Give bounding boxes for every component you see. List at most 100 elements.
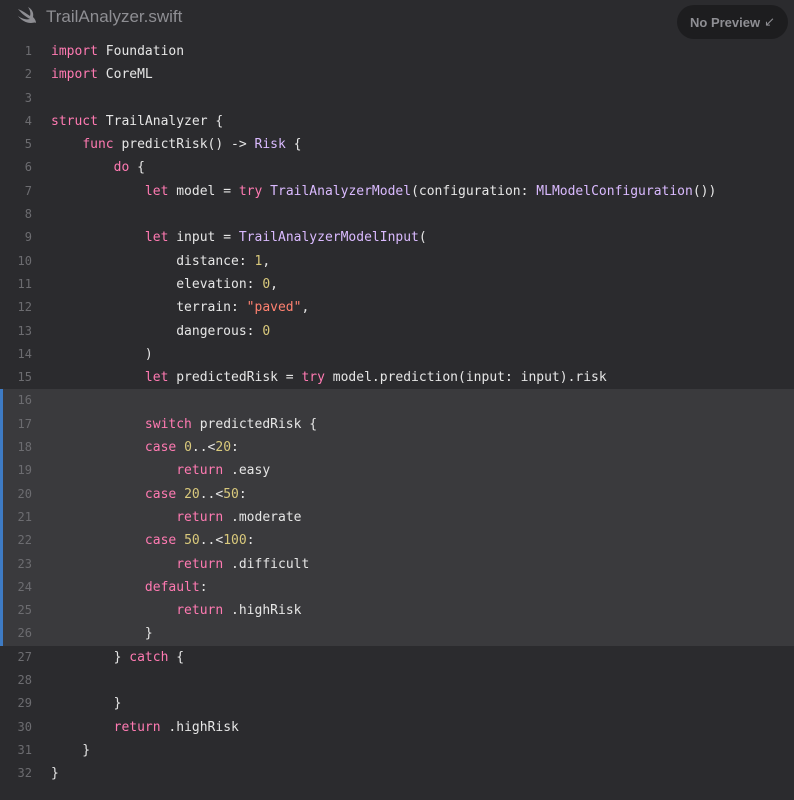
code-token: : xyxy=(199,579,208,595)
code-text: return .moderate xyxy=(51,506,301,529)
code-text: func predictRisk() -> Risk { xyxy=(51,133,301,156)
line-number: 25 xyxy=(17,603,32,618)
line-number: 26 xyxy=(17,626,32,641)
code-line[interactable]: 15 let predictedRisk = try model.predict… xyxy=(0,366,794,389)
code-line[interactable]: 2 import CoreML xyxy=(0,63,794,86)
code-token: 20 xyxy=(184,486,200,502)
code-line[interactable]: 30 return .highRisk xyxy=(0,716,794,739)
code-token: } xyxy=(51,696,122,712)
code-token: return xyxy=(176,463,224,479)
no-preview-button[interactable]: No Preview ↙ xyxy=(677,5,788,39)
code-token: return xyxy=(176,603,224,619)
line-number: 7 xyxy=(24,183,32,198)
code-line[interactable]: 32} xyxy=(0,762,794,785)
code-line[interactable]: 12 terrain: "paved", xyxy=(0,296,794,319)
code-token: } xyxy=(51,742,91,758)
code-line[interactable]: 10 distance: 1, xyxy=(0,250,794,273)
code-line[interactable]: 20 case 20..<50: xyxy=(0,482,794,507)
code-token: .highRisk xyxy=(160,719,239,735)
code-token: : xyxy=(231,440,239,456)
line-number: 23 xyxy=(17,556,32,571)
code-line[interactable]: 25 return .highRisk xyxy=(0,599,794,623)
code-token: import xyxy=(51,44,98,59)
code-line[interactable]: 23 return .difficult xyxy=(0,552,794,577)
code-line[interactable]: 6 do { xyxy=(0,156,794,179)
code-token: ( xyxy=(418,230,427,246)
code-line[interactable]: 24 default: xyxy=(0,575,794,600)
code-line[interactable]: 27 } catch { xyxy=(0,646,794,669)
line-number: 18 xyxy=(17,440,32,455)
code-line[interactable]: 13 dangerous: 0 xyxy=(0,320,794,343)
code-token: { xyxy=(129,160,145,176)
code-line[interactable]: 19 return .easy xyxy=(0,459,794,483)
line-number: 12 xyxy=(17,300,32,315)
code-token: ..< xyxy=(199,533,224,549)
code-line[interactable]: 31 } xyxy=(0,739,794,762)
code-token: let xyxy=(144,230,169,246)
code-line[interactable]: 14 ) xyxy=(0,343,794,366)
swift-logo-icon xyxy=(16,6,38,26)
arrow-down-left-icon: ↙ xyxy=(764,14,775,29)
code-token: .difficult xyxy=(223,556,310,572)
code-token: ) xyxy=(51,346,153,362)
code-token: : xyxy=(246,533,255,549)
line-number: 9 xyxy=(24,230,32,245)
code-line[interactable]: 16 xyxy=(0,389,794,414)
code-line[interactable]: 7 let model = try TrailAnalyzerModel(con… xyxy=(0,180,794,203)
code-line[interactable]: 22 case 50..<100: xyxy=(0,529,794,553)
code-text: let model = try TrailAnalyzerModel(confi… xyxy=(51,180,716,203)
code-line[interactable]: 4 struct TrailAnalyzer { xyxy=(0,110,794,133)
code-text: return .easy xyxy=(51,459,270,482)
code-text: } xyxy=(51,739,90,762)
code-line[interactable]: 9 let input = TrailAnalyzerModelInput( xyxy=(0,226,794,249)
code-line[interactable]: 8 xyxy=(0,203,794,226)
code-line[interactable]: 17 switch predictedRisk { xyxy=(0,412,794,437)
code-token: TrailAnalyzerModel xyxy=(270,183,412,199)
code-line[interactable]: 26 } xyxy=(0,622,794,647)
code-token: return xyxy=(113,719,161,735)
code-token: "paved" xyxy=(246,300,302,316)
code-token: 50 xyxy=(184,533,200,549)
code-line[interactable]: 28 xyxy=(0,669,794,692)
code-line[interactable]: 29 } xyxy=(0,692,794,715)
code-text: default: xyxy=(51,576,208,599)
code-token: ..< xyxy=(191,440,216,456)
code-token: do xyxy=(113,160,130,176)
code-line[interactable]: 21 return .moderate xyxy=(0,505,794,530)
line-number: 11 xyxy=(17,276,32,291)
code-token: return xyxy=(176,556,224,572)
code-token: terrain: xyxy=(51,300,247,316)
code-line[interactable]: 5 func predictRisk() -> Risk { xyxy=(0,133,794,156)
code-token: } xyxy=(51,649,130,665)
line-number: 20 xyxy=(17,486,32,501)
editor-header: TrailAnalyzer.swift No Preview ↙ xyxy=(0,0,794,39)
code-editor[interactable]: 1 import Foundation 2 import CoreML 3 4 struct… xyxy=(0,40,794,786)
line-number: 21 xyxy=(17,509,32,524)
code-line[interactable]: 18 case 0..<20: xyxy=(0,436,794,460)
code-token: case xyxy=(144,486,177,502)
code-token: .easy xyxy=(223,463,271,479)
code-token: predictRisk() -> xyxy=(113,137,255,153)
no-preview-label: No Preview xyxy=(690,14,761,30)
code-text: struct TrailAnalyzer { xyxy=(51,110,223,133)
line-number: 15 xyxy=(17,370,32,385)
code-line[interactable]: 11 elevation: 0, xyxy=(0,273,794,296)
code-text: } xyxy=(51,762,59,785)
code-token: 20 xyxy=(215,440,232,456)
code-token: let xyxy=(144,370,169,386)
code-text: return .highRisk xyxy=(51,599,301,622)
code-line[interactable]: 1 import Foundation xyxy=(0,40,794,63)
code-text: } xyxy=(51,622,153,645)
code-line[interactable]: 3 xyxy=(0,87,794,110)
code-token: return xyxy=(176,509,224,525)
code-token: } xyxy=(51,626,153,642)
